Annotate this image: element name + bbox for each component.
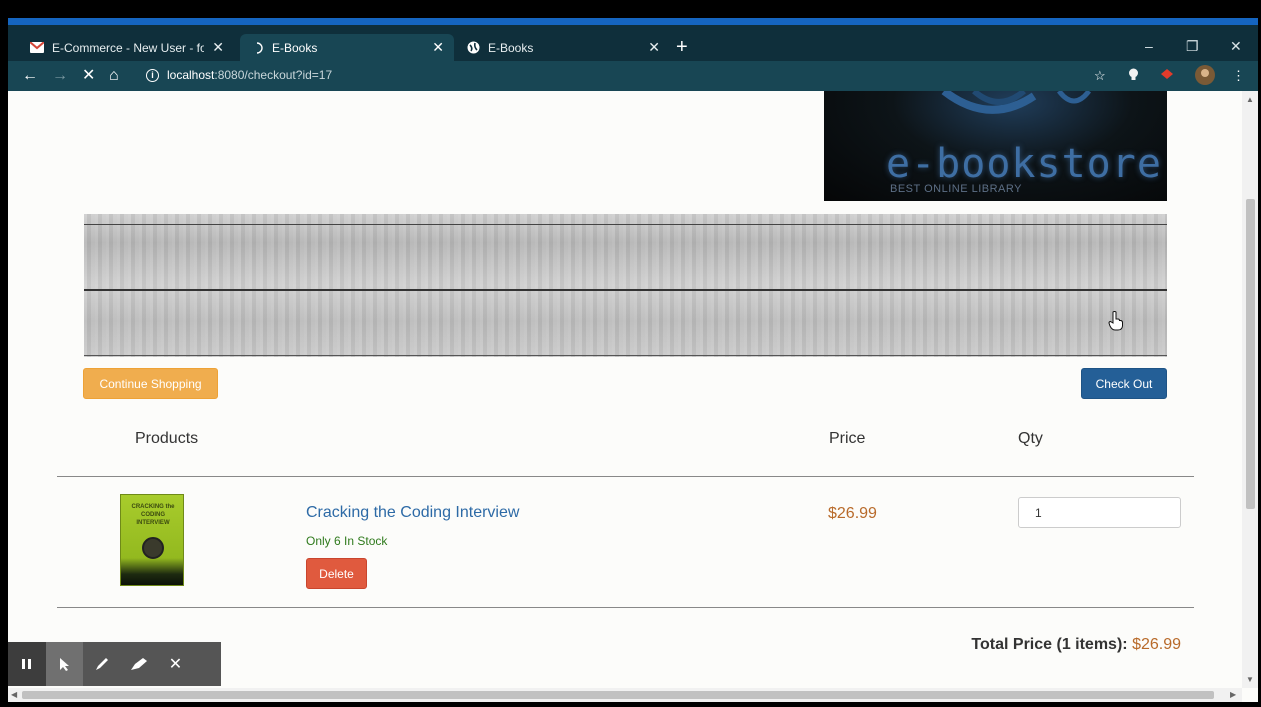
tab-title: E-Commerce - New User - foysal [52, 40, 205, 55]
menu-kebab-icon[interactable]: ⋮ [1232, 68, 1245, 84]
hand-cursor-icon [1108, 311, 1124, 336]
tab-title: E-Books [488, 40, 534, 55]
new-tab-button[interactable]: + [676, 37, 688, 57]
continue-shopping-button[interactable]: Continue Shopping [83, 368, 218, 399]
plank-divider [84, 224, 1167, 225]
product-title-link[interactable]: Cracking the Coding Interview [306, 504, 519, 522]
scroll-down-arrow-icon[interactable]: ▼ [1246, 675, 1254, 684]
wood-banner-image [84, 214, 1167, 357]
check-out-button[interactable]: Check Out [1081, 368, 1167, 399]
tab-close-button[interactable]: ✕ [432, 39, 444, 56]
item-price: $26.99 [828, 505, 877, 522]
forward-arrow-icon[interactable]: → [52, 67, 68, 85]
close-window-button[interactable]: ✕ [1230, 38, 1242, 55]
site-logo[interactable]: e-bookstore BEST ONLINE LIBRARY [824, 91, 1167, 201]
book-cover-clock-graphic [142, 537, 164, 559]
table-divider [57, 607, 1194, 608]
profile-avatar-icon[interactable] [1195, 65, 1215, 88]
column-header-qty: Qty [1018, 430, 1043, 447]
stock-status: Only 6 In Stock [306, 534, 388, 548]
url-path: :8080/checkout?id=17 [214, 68, 333, 82]
pause-icon[interactable] [8, 642, 46, 686]
column-header-products: Products [135, 430, 199, 447]
scroll-right-arrow-icon[interactable]: ▶ [1230, 690, 1236, 699]
table-divider [57, 476, 1194, 477]
address-bar: ← → ✕ ⌂ i localhost :8080/checkout?id=17… [8, 61, 1258, 91]
loading-icon [250, 41, 264, 55]
total-price: Total Price (1 items): $26.99 [971, 636, 1181, 654]
vertical-scroll-thumb[interactable] [1246, 199, 1255, 509]
window-top-stripe [8, 18, 1258, 25]
url-field[interactable]: i localhost :8080/checkout?id=17 [146, 68, 332, 82]
total-price-label: Total Price (1 items): [971, 636, 1133, 653]
home-icon[interactable]: ⌂ [109, 67, 119, 85]
tab-close-button[interactable]: ✕ [648, 39, 660, 56]
scroll-up-arrow-icon[interactable]: ▲ [1246, 95, 1254, 104]
highlighter-icon[interactable] [120, 642, 157, 686]
logo-text: e-bookstore [886, 141, 1162, 187]
scroll-left-arrow-icon[interactable]: ◀ [11, 690, 17, 699]
plank-divider [84, 355, 1167, 356]
globe-icon [466, 41, 480, 55]
gmail-icon [30, 41, 44, 55]
browser-window: E-Commerce - New User - foysal ✕ E-Books… [8, 18, 1258, 702]
bookmark-star-icon[interactable]: ☆ [1094, 68, 1106, 84]
extension-red-icon[interactable] [1160, 68, 1174, 83]
pen-icon[interactable] [83, 642, 120, 686]
page-viewport: e-bookstore BEST ONLINE LIBRARY Continue… [8, 91, 1242, 688]
tab-ecommerce[interactable]: E-Commerce - New User - foysal ✕ [20, 34, 234, 61]
tab-ebooks-active[interactable]: E-Books ✕ [240, 34, 454, 61]
logo-tagline: BEST ONLINE LIBRARY [890, 183, 1022, 195]
tab-strip: E-Commerce - New User - foysal ✕ E-Books… [8, 25, 1258, 61]
total-price-amount: $26.99 [1132, 636, 1181, 653]
column-header-price: Price [829, 430, 866, 447]
delete-button[interactable]: Delete [306, 558, 367, 589]
pointer-icon[interactable] [46, 642, 83, 686]
restore-button[interactable]: ❐ [1186, 38, 1199, 55]
close-icon[interactable]: ✕ [157, 642, 194, 686]
back-arrow-icon[interactable]: ← [22, 67, 38, 85]
tab-close-button[interactable]: ✕ [212, 39, 224, 56]
minimize-button[interactable]: – [1145, 38, 1153, 54]
extension-bulb-icon[interactable] [1128, 68, 1139, 84]
annotation-toolbar: ✕ [8, 642, 221, 686]
horizontal-scroll-thumb[interactable] [22, 691, 1214, 699]
horizontal-scrollbar[interactable]: ◀ ▶ [8, 688, 1242, 702]
url-host: localhost [167, 68, 215, 82]
vertical-scrollbar[interactable]: ▲ ▼ [1242, 91, 1258, 688]
book-cover-image[interactable]: CRACKING the CODING INTERVIEW [120, 494, 184, 586]
book-cover-title: CRACKING the CODING INTERVIEW [131, 504, 175, 526]
plank-divider [84, 289, 1167, 291]
stop-loading-icon[interactable]: ✕ [82, 67, 95, 85]
quantity-input[interactable] [1018, 497, 1181, 528]
tab-title: E-Books [272, 40, 318, 55]
info-icon[interactable]: i [146, 68, 159, 82]
tab-ebooks[interactable]: E-Books ✕ [456, 34, 670, 61]
